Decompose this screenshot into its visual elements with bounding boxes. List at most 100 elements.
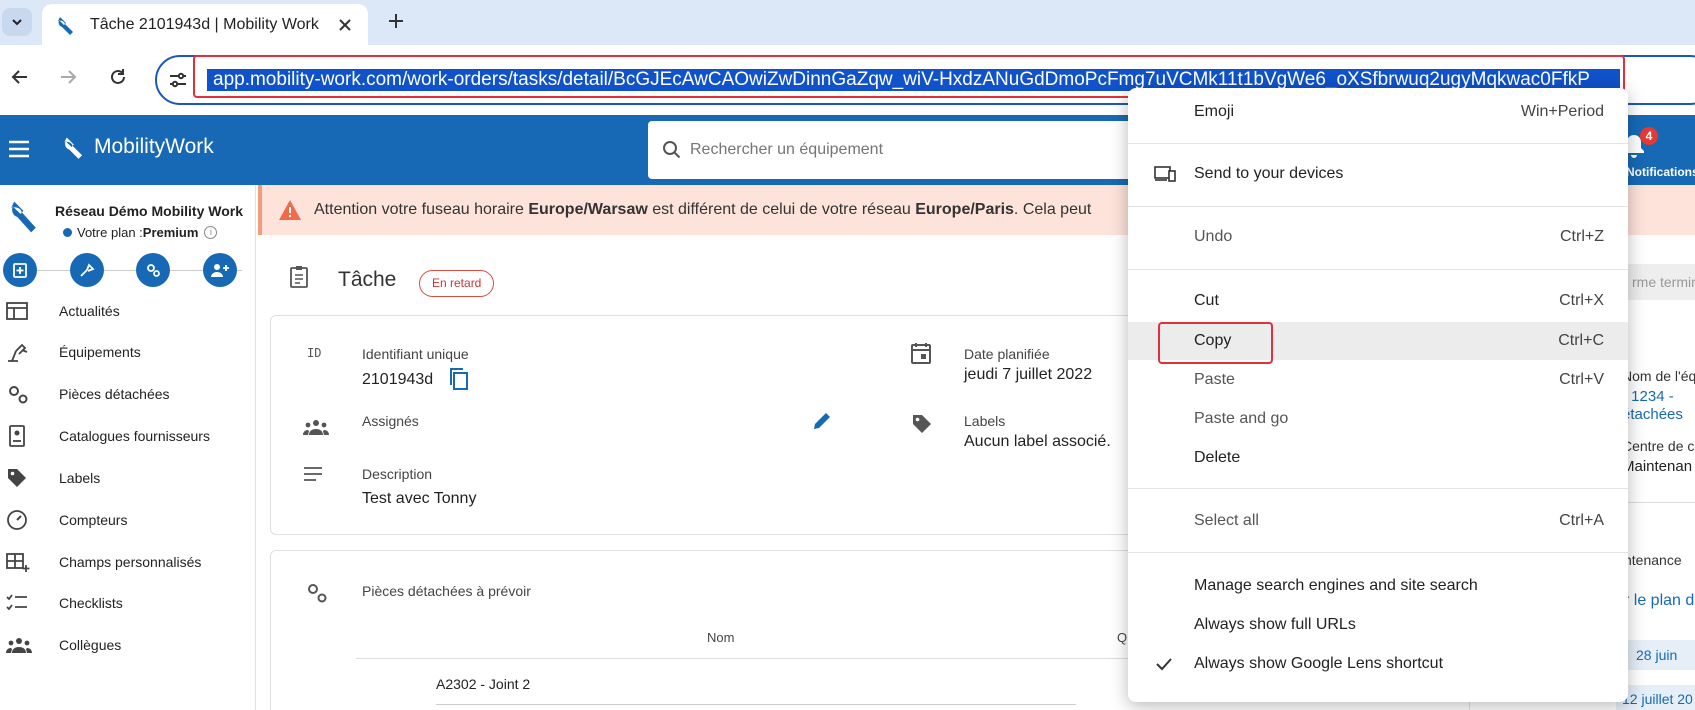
assignees-label: Assignés (362, 413, 419, 429)
banner-text-prefix: Attention votre fuseau horaire (314, 201, 529, 218)
tab-list-button[interactable] (2, 8, 32, 36)
menu-item-shortcut: Ctrl+X (1559, 292, 1604, 309)
sidebar-item-label: Collègues (59, 637, 122, 653)
gears-icon (147, 264, 160, 277)
close-icon[interactable] (336, 16, 354, 34)
clipboard-plus-icon (13, 263, 27, 278)
menu-item-undo[interactable]: Undo Ctrl+Z (1128, 218, 1628, 256)
sidebar-item-label: Catalogues fournisseurs (59, 428, 210, 444)
forward-arrow-icon[interactable] (58, 67, 78, 87)
custom-fields-icon (6, 553, 30, 572)
equipment-plus-icon (80, 263, 95, 277)
menu-item-label: Manage search engines and site search (1194, 577, 1478, 594)
menu-item-cut[interactable]: Cut Ctrl+X (1128, 282, 1628, 320)
plan-link[interactable]: r le plan d (1624, 592, 1694, 610)
sidebar-item-labels[interactable]: Labels (0, 458, 256, 498)
menu-item-label: Always show full URLs (1194, 616, 1356, 633)
reload-icon[interactable] (108, 67, 128, 87)
menu-item-label: Always show Google Lens shortcut (1194, 655, 1444, 672)
menu-item-paste-and-go[interactable]: Paste and go (1128, 400, 1628, 438)
add-colleague-button[interactable] (203, 253, 237, 287)
menu-item-label: Cut (1194, 292, 1219, 309)
equipment-search[interactable] (648, 121, 1168, 179)
prev-date: 28 juin (1636, 647, 1678, 663)
menu-item-send-to-devices[interactable]: Send to your devices (1128, 155, 1628, 193)
sidebar-item-label: Pièces détachées (59, 386, 170, 402)
org-logo (8, 197, 42, 237)
sidebar: Réseau Démo Mobility Work Votre plan : P… (0, 185, 256, 710)
menu-item-shortcut: Ctrl+A (1559, 512, 1604, 529)
menu-item-show-full-urls[interactable]: Always show full URLs (1128, 606, 1628, 644)
banner-text-suffix: . Cela peut (1013, 201, 1092, 218)
description-label: Description (362, 466, 433, 482)
sidebar-item-equipements[interactable]: Équipements (0, 332, 256, 372)
clipboard-icon (290, 266, 308, 288)
equipment-link[interactable]: - 1234 - (1622, 388, 1674, 405)
menu-item-label: Paste (1194, 371, 1235, 388)
menu-item-delete[interactable]: Delete (1128, 439, 1628, 477)
menu-separator (1128, 552, 1628, 553)
maintenance-label: ntenance (1624, 552, 1682, 568)
notifications-badge: 4 (1640, 127, 1658, 145)
menu-item-shortcut: Ctrl+C (1558, 332, 1604, 349)
plan-info: Votre plan : Premium i (63, 225, 218, 240)
new-tab-plus-icon[interactable] (386, 11, 406, 31)
search-input[interactable] (690, 141, 1130, 159)
sidebar-item-catalogues[interactable]: Catalogues fournisseurs (0, 416, 256, 456)
description-icon (304, 467, 322, 481)
sidebar-item-actualites[interactable]: Actualités (0, 291, 256, 331)
cost-center-value: Maintenan (1622, 458, 1693, 475)
pencil-edit-icon[interactable] (811, 410, 833, 432)
back-arrow-icon[interactable] (10, 67, 30, 87)
sidebar-item-collegues[interactable]: Collègues (0, 625, 256, 665)
labels-value: Aucun label associé. (964, 433, 1111, 450)
wrench-logo-icon (11, 201, 36, 233)
sidebar-item-checklists[interactable]: Checklists (0, 583, 256, 623)
sidebar-item-label: Équipements (59, 344, 141, 360)
menu-separator (1128, 488, 1628, 489)
add-task-button[interactable] (3, 253, 37, 287)
equipment-link-2[interactable]: étachées (1622, 406, 1683, 423)
add-equipment-button[interactable] (70, 253, 104, 287)
plan-prefix: Votre plan : (77, 225, 143, 240)
sidebar-item-compteurs[interactable]: Compteurs (0, 500, 256, 540)
sidebar-item-label: Checklists (59, 595, 123, 611)
sidebar-item-pieces[interactable]: Pièces détachées (0, 374, 256, 414)
add-part-button[interactable] (136, 253, 170, 287)
context-menu: Emoji Win+Period Send to your devices Un… (1128, 88, 1628, 702)
menu-item-label: Select all (1194, 512, 1259, 529)
org-name[interactable]: Réseau Démo Mobility Work (55, 203, 245, 219)
labels-label: Labels (964, 413, 1006, 429)
menu-item-paste[interactable]: Paste Ctrl+V (1128, 361, 1628, 399)
menu-item-manage-search-engines[interactable]: Manage search engines and site search (1128, 567, 1628, 605)
date-label: Date planifiée (964, 346, 1050, 362)
description-value: Test avec Tonny (362, 490, 477, 507)
id-value: 2101943d (362, 371, 434, 388)
finish-button-label: rme termin (1632, 274, 1695, 290)
parts-title: Pièces détachées à prévoir (362, 583, 531, 599)
brand-name: MobilityWork (94, 135, 214, 158)
sidebar-item-champs[interactable]: Champs personnalisés (0, 542, 256, 582)
menu-item-label: Delete (1194, 449, 1241, 466)
chevron-down-icon (12, 19, 22, 26)
group-icon (303, 420, 329, 435)
browser-tab[interactable]: Tâche 2101943d | Mobility Work (42, 4, 368, 45)
gears-icon (308, 584, 327, 603)
sidebar-item-label: Labels (59, 470, 101, 486)
finish-button[interactable]: rme termin (1626, 264, 1695, 300)
menu-item-select-all[interactable]: Select all Ctrl+A (1128, 502, 1628, 540)
menu-item-google-lens-shortcut[interactable]: Always show Google Lens shortcut (1128, 645, 1628, 683)
calendar-icon (911, 343, 931, 364)
menu-item-emoji[interactable]: Emoji Win+Period (1128, 93, 1628, 131)
cost-center-label: Centre de c (1622, 438, 1695, 454)
spare-parts-icon (9, 386, 28, 404)
copy-icon[interactable] (448, 367, 470, 391)
menu-item-label: Send to your devices (1194, 165, 1344, 182)
sidebar-item-label: Actualités (59, 303, 120, 319)
info-icon[interactable]: i (204, 226, 218, 239)
menu-icon[interactable] (8, 139, 30, 159)
site-settings-icon[interactable] (167, 69, 189, 91)
next-date: 12 juillet 20 (1622, 691, 1693, 707)
checklist-icon (6, 594, 27, 611)
brand-logo[interactable]: MobilityWork (62, 134, 214, 160)
